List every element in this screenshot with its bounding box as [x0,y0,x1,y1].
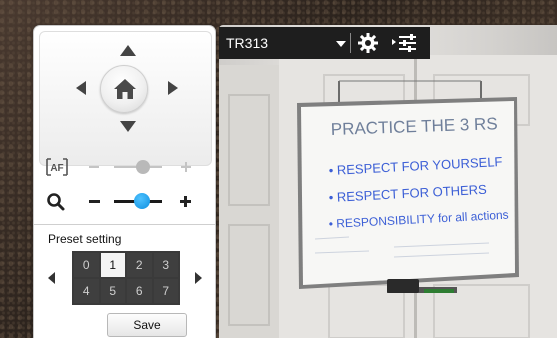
preset-prev-arrow-icon[interactable] [48,272,55,284]
svg-text:AF: AF [50,163,63,174]
focus-slider-handle[interactable] [136,160,150,174]
preset-slot-4[interactable]: 4 [74,279,99,303]
pan-up-arrow-icon[interactable] [120,45,136,56]
zoom-in-button-vertical[interactable] [184,196,187,207]
magnifier-icon [47,193,65,211]
gear-icon[interactable] [357,32,379,54]
focus-minus-button[interactable] [89,166,99,168]
zoom-row [34,188,215,214]
preset-slot-1[interactable]: 1 [100,253,125,277]
camera-name: TR313 [226,35,269,51]
focus-row: AF [34,154,215,180]
preset-slot-5[interactable]: 5 [100,279,125,303]
toolbar-divider [350,33,351,53]
ptz-pad [39,31,212,166]
preset-title: Preset setting [48,232,122,246]
pan-down-arrow-icon[interactable] [120,121,136,132]
sliders-icon[interactable] [391,34,417,52]
video-toolbar: TR313 [219,27,430,59]
camera-control-panel: AF Preset setting 0 1 2 3 4 5 6 7 Save [33,25,216,338]
house-icon [114,79,136,99]
divider [34,224,215,225]
preset-slot-2[interactable]: 2 [127,253,152,277]
save-button[interactable]: Save [107,313,187,337]
preset-slot-7[interactable]: 7 [153,279,178,303]
pan-left-arrow-icon[interactable] [76,81,86,95]
zoom-slider-handle[interactable] [134,193,150,209]
preset-slot-6[interactable]: 6 [127,279,152,303]
camera-scene: PRACTICE THE 3 RS • RESPECT FOR YOURSELF… [219,55,557,338]
preset-grid: 0 1 2 3 4 5 6 7 [72,251,180,305]
autofocus-icon[interactable]: AF [46,158,68,176]
preset-slot-3[interactable]: 3 [153,253,178,277]
focus-plus-button-vertical[interactable] [185,162,187,172]
preset-slot-0[interactable]: 0 [74,253,99,277]
preset-next-arrow-icon[interactable] [195,272,202,284]
zoom-out-button[interactable] [89,200,100,203]
camera-video-feed[interactable]: PRACTICE THE 3 RS • RESPECT FOR YOURSELF… [219,25,557,338]
home-button[interactable] [100,65,148,113]
pan-right-arrow-icon[interactable] [168,81,178,95]
caret-down-icon[interactable] [336,41,346,47]
